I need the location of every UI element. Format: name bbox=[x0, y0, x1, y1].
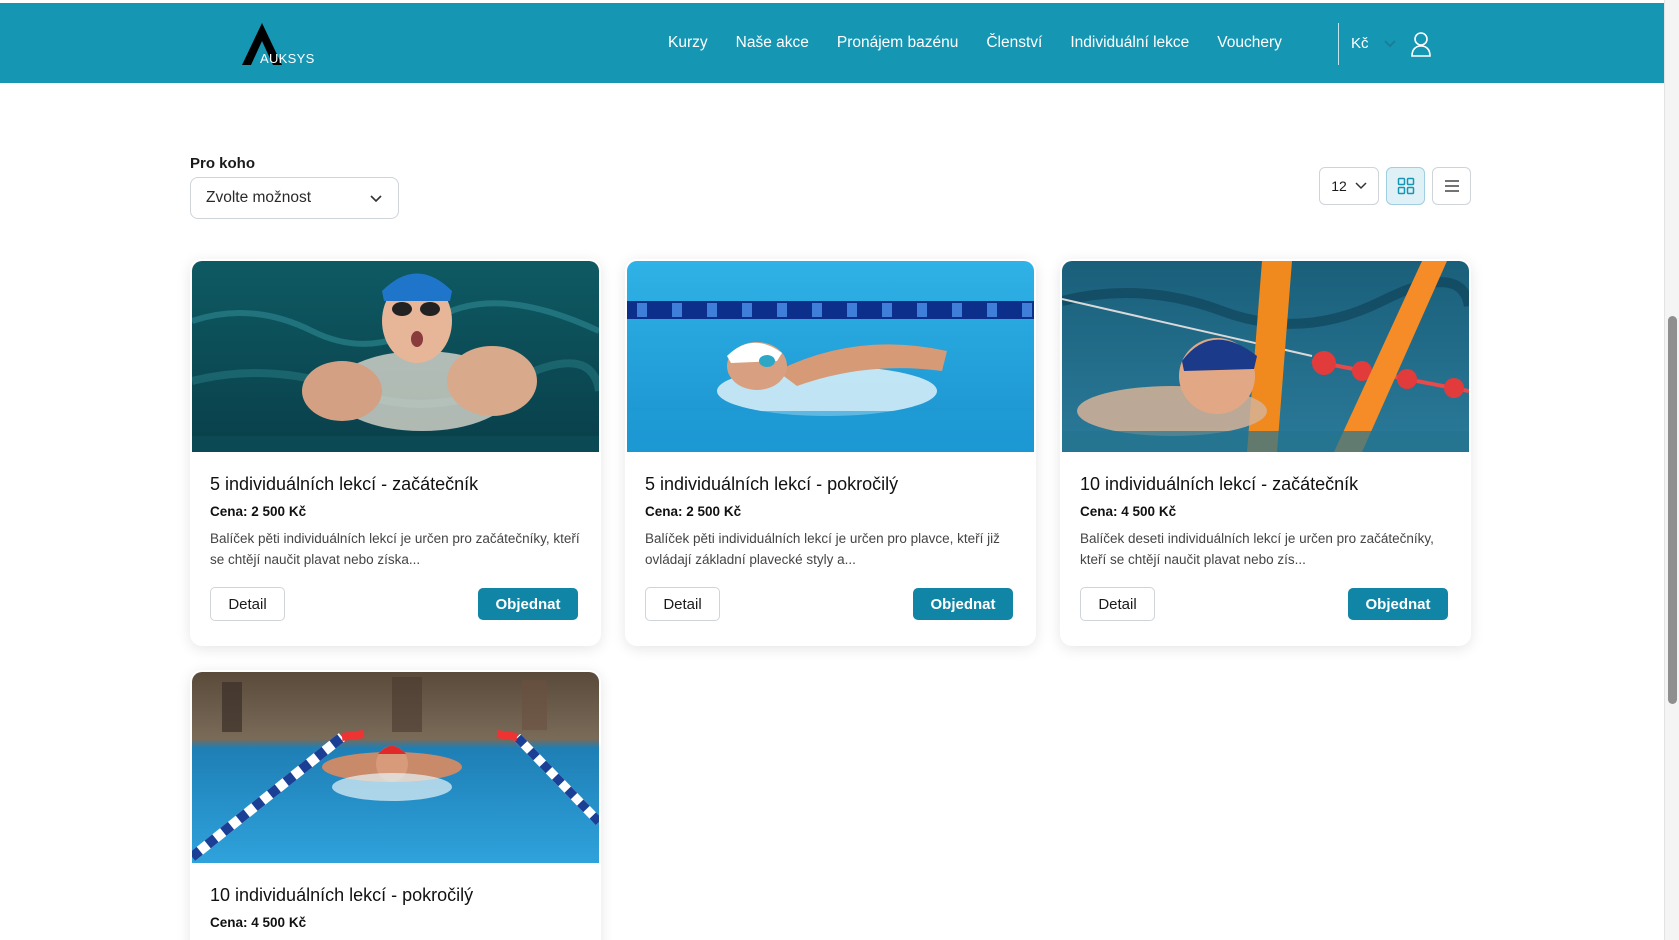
product-card: 10 individuálních lekcí - pokročilý Cena… bbox=[190, 670, 601, 940]
card-title[interactable]: 10 individuálních lekcí - pokročilý bbox=[210, 885, 473, 906]
per-page-select[interactable]: 12 bbox=[1319, 167, 1379, 205]
detail-button[interactable]: Detail bbox=[645, 587, 720, 621]
grid-view-button[interactable] bbox=[1386, 167, 1425, 205]
card-price: Cena: 2 500 Kč bbox=[645, 504, 741, 519]
product-card: 10 individuálních lekcí - začátečník Cen… bbox=[1060, 259, 1471, 646]
price-value: 2 500 Kč bbox=[686, 504, 742, 519]
nav-item-individualni-lekce[interactable]: Individuální lekce bbox=[1070, 34, 1189, 52]
currency-selector[interactable]: Kč bbox=[1351, 35, 1369, 52]
nav-item-kurzy[interactable]: Kurzy bbox=[668, 34, 708, 52]
card-image-breaststroke[interactable] bbox=[192, 261, 599, 452]
card-title[interactable]: 10 individuálních lekcí - začátečník bbox=[1080, 474, 1358, 495]
price-label: Cena: bbox=[1080, 504, 1118, 519]
card-description: Balíček deseti individuálních lekcí je u… bbox=[1080, 531, 1434, 567]
chevron-down-icon bbox=[1355, 182, 1367, 190]
user-icon[interactable] bbox=[1410, 31, 1432, 57]
detail-button[interactable]: Detail bbox=[210, 587, 285, 621]
detail-button[interactable]: Detail bbox=[1080, 587, 1155, 621]
card-price: Cena: 4 500 Kč bbox=[210, 915, 306, 930]
nav-item-vouchery[interactable]: Vouchery bbox=[1217, 34, 1282, 52]
card-image-child-lesson[interactable] bbox=[1062, 261, 1469, 452]
list-icon bbox=[1444, 180, 1459, 192]
page-scrollbar[interactable] bbox=[1664, 0, 1679, 940]
site-header: AUKSYS Kurzy Naše akce Pronájem bazénu Č… bbox=[0, 3, 1664, 83]
main-nav: Kurzy Naše akce Pronájem bazénu Členství… bbox=[668, 3, 1310, 83]
logo-text: AUKSYS bbox=[260, 51, 315, 66]
price-label: Cena: bbox=[210, 915, 248, 930]
price-label: Cena: bbox=[210, 504, 248, 519]
scrollbar-thumb[interactable] bbox=[1668, 316, 1677, 704]
card-image-butterfly[interactable] bbox=[192, 672, 599, 863]
price-label: Cena: bbox=[645, 504, 683, 519]
logo[interactable]: AUKSYS bbox=[240, 21, 320, 69]
audience-select[interactable]: Zvolte možnost bbox=[190, 177, 399, 219]
order-button[interactable]: Objednat bbox=[1348, 588, 1448, 620]
card-image-freestyle[interactable] bbox=[627, 261, 1034, 452]
nav-item-nase-akce[interactable]: Naše akce bbox=[736, 34, 809, 52]
card-description: Balíček pěti individuálních lekcí je urč… bbox=[210, 531, 580, 567]
order-button[interactable]: Objednat bbox=[913, 588, 1013, 620]
card-price: Cena: 4 500 Kč bbox=[1080, 504, 1176, 519]
nav-item-pronajem-bazenu[interactable]: Pronájem bazénu bbox=[837, 34, 959, 52]
product-card: 5 individuálních lekcí - začátečník Cena… bbox=[190, 259, 601, 646]
card-title[interactable]: 5 individuálních lekcí - pokročilý bbox=[645, 474, 898, 495]
card-price: Cena: 2 500 Kč bbox=[210, 504, 306, 519]
grid-icon bbox=[1397, 177, 1414, 195]
order-button[interactable]: Objednat bbox=[478, 588, 578, 620]
filter-label: Pro koho bbox=[190, 155, 256, 172]
chevron-down-icon[interactable] bbox=[1384, 40, 1396, 48]
price-value: 2 500 Kč bbox=[251, 504, 307, 519]
chevron-down-icon bbox=[370, 195, 382, 203]
nav-divider bbox=[1338, 23, 1339, 65]
audience-select-value: Zvolte možnost bbox=[206, 189, 312, 206]
price-value: 4 500 Kč bbox=[251, 915, 307, 930]
card-title[interactable]: 5 individuálních lekcí - začátečník bbox=[210, 474, 478, 495]
card-description: Balíček pěti individuálních lekcí je urč… bbox=[645, 531, 1000, 567]
nav-item-clenstvi[interactable]: Členství bbox=[986, 34, 1042, 52]
page: AUKSYS Kurzy Naše akce Pronájem bazénu Č… bbox=[0, 0, 1664, 940]
list-view-button[interactable] bbox=[1432, 167, 1471, 205]
per-page-value: 12 bbox=[1331, 178, 1347, 194]
product-card: 5 individuálních lekcí - pokročilý Cena:… bbox=[625, 259, 1036, 646]
price-value: 4 500 Kč bbox=[1121, 504, 1177, 519]
